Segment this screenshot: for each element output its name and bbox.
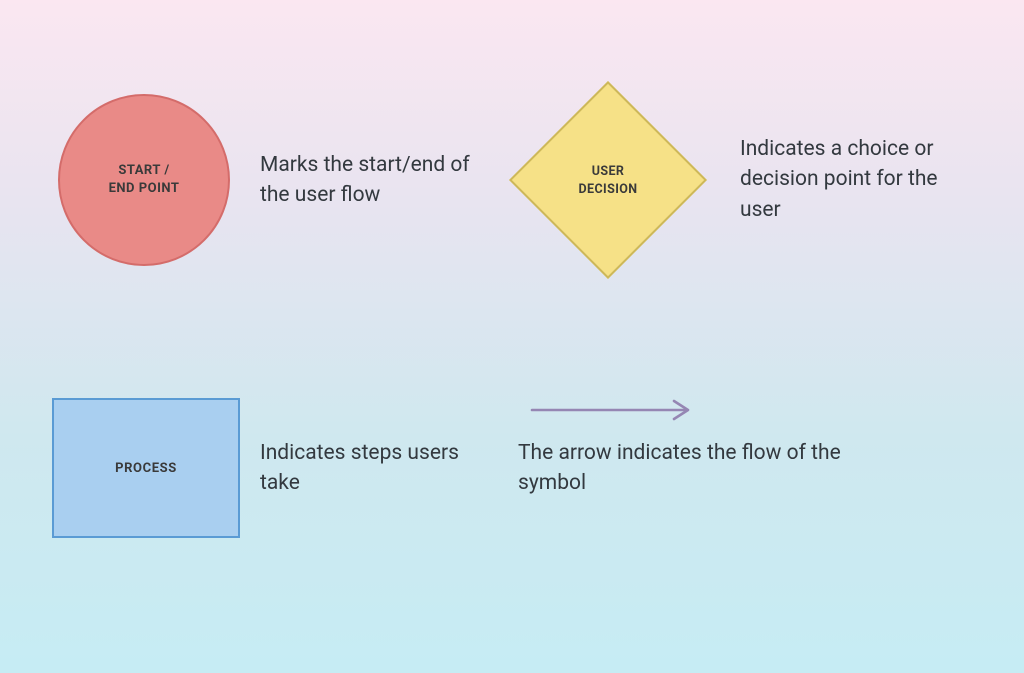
legend-canvas: START / END POINT Marks the start/end of… bbox=[0, 0, 1024, 673]
start-end-label: START / END POINT bbox=[109, 162, 180, 198]
arrow-shape bbox=[530, 398, 700, 422]
decision-description: Indicates a choice or decision point for… bbox=[740, 134, 980, 225]
decision-label: USER DECISION bbox=[579, 162, 638, 197]
start-end-shape: START / END POINT bbox=[58, 94, 230, 266]
process-description: Indicates steps users take bbox=[260, 438, 460, 499]
start-end-description: Marks the start/end of the user flow bbox=[260, 150, 480, 211]
arrow-description: The arrow indicates the flow of the symb… bbox=[518, 438, 878, 499]
decision-shape-wrap: USER DECISION bbox=[508, 80, 708, 280]
process-label: PROCESS bbox=[115, 461, 177, 476]
process-shape: PROCESS bbox=[52, 398, 240, 538]
decision-shape: USER DECISION bbox=[509, 81, 707, 279]
arrow-icon bbox=[530, 398, 700, 422]
